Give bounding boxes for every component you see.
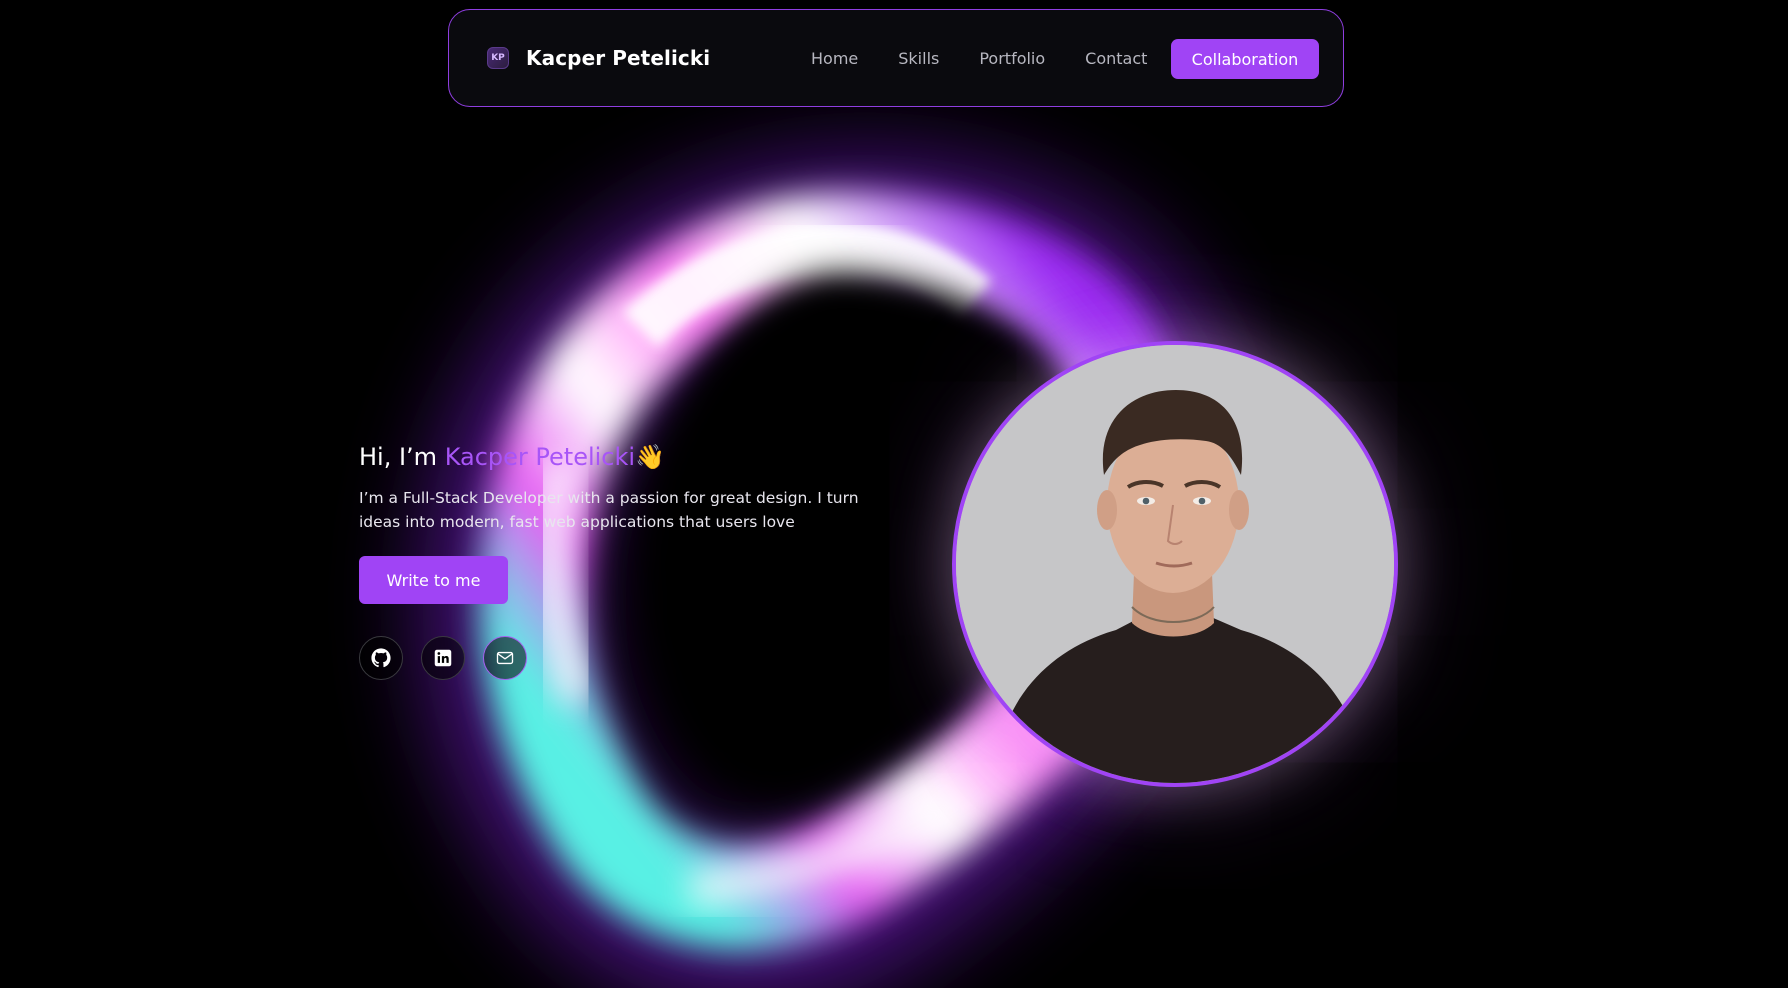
hero-description: I’m a Full-Stack Developer with a passio… <box>359 489 859 531</box>
social-links <box>359 636 879 680</box>
greeting-prefix: Hi, I’m <box>359 443 445 471</box>
brand[interactable]: KP Kacper Petelicki <box>487 10 710 106</box>
linkedin-icon <box>434 649 452 667</box>
navbar: KP Kacper Petelicki Home Skills Portfoli… <box>448 9 1344 107</box>
github-icon <box>371 648 391 668</box>
waving-hand-icon: 👋 <box>635 443 665 471</box>
profile-photo <box>952 341 1398 787</box>
person-portrait-graphic <box>956 345 1394 783</box>
brand-name: Kacper Petelicki <box>526 46 711 70</box>
nav-link-contact[interactable]: Contact <box>1085 49 1147 68</box>
write-to-me-button[interactable]: Write to me <box>359 556 508 604</box>
glow-ring-graphic <box>422 153 1238 988</box>
email-link[interactable] <box>483 636 527 680</box>
nav-links: Home Skills Portfolio Contact <box>811 10 1147 106</box>
mail-icon <box>496 651 514 665</box>
nav-link-skills[interactable]: Skills <box>898 49 939 68</box>
page: KP Kacper Petelicki Home Skills Portfoli… <box>0 0 1788 988</box>
github-link[interactable] <box>359 636 403 680</box>
linkedin-link[interactable] <box>421 636 465 680</box>
nav-link-home[interactable]: Home <box>811 49 858 68</box>
collaboration-button[interactable]: Collaboration <box>1171 39 1319 79</box>
greeting-name: Kacper Petelicki <box>444 443 636 471</box>
logo-icon: KP <box>487 47 509 69</box>
hero-section: Hi, I’m Kacper Petelicki👋 I’m a Full-Sta… <box>359 436 879 680</box>
nav-link-portfolio[interactable]: Portfolio <box>979 49 1045 68</box>
hero-greeting: Hi, I’m Kacper Petelicki👋 <box>359 436 879 478</box>
